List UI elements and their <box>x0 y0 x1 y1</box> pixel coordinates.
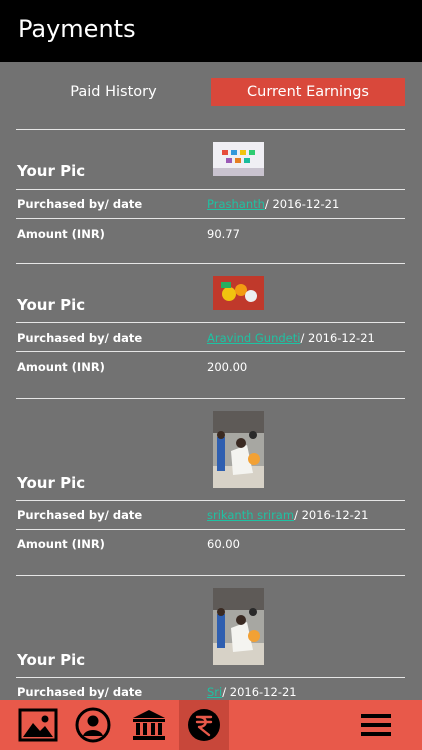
purchase-info: Prashanth/ 2016-12-21 <box>207 197 339 211</box>
page-title: Payments <box>18 15 136 43</box>
amount-value: 60.00 <box>207 537 240 551</box>
purchased-by-label: Purchased by/ date <box>17 508 143 522</box>
buyer-link[interactable]: Sri <box>207 685 222 699</box>
app-header: Payments <box>0 0 422 62</box>
purchased-by-label: Purchased by/ date <box>17 197 143 211</box>
purchase-date: / 2016-12-21 <box>222 685 297 699</box>
tab-current-earnings[interactable]: Current Earnings <box>211 78 405 106</box>
nav-profile[interactable] <box>68 700 118 750</box>
divider <box>16 129 405 130</box>
tab-paid-history[interactable]: Paid History <box>16 78 211 106</box>
divider <box>16 529 405 530</box>
purchase-info: Sri/ 2016-12-21 <box>207 685 297 699</box>
amount-value: 200.00 <box>207 360 248 374</box>
divider <box>16 322 405 323</box>
bottom-nav <box>0 700 422 750</box>
divider <box>16 677 405 678</box>
purchased-by-label: Purchased by/ date <box>17 331 143 345</box>
your-pic-label: Your Pic <box>17 474 86 492</box>
buyer-link[interactable]: srikanth sriram <box>207 508 294 522</box>
amount-label: Amount (INR) <box>17 360 105 374</box>
buyer-link[interactable]: Prashanth <box>207 197 265 211</box>
nav-gallery[interactable] <box>13 700 63 750</box>
nav-bank[interactable] <box>124 700 174 750</box>
divider <box>16 351 405 352</box>
gallery-icon <box>18 708 58 742</box>
picture-thumbnail[interactable] <box>213 588 264 665</box>
menu-icon <box>361 714 391 736</box>
purchased-by-label: Purchased by/ date <box>17 685 143 699</box>
nav-menu[interactable] <box>351 700 401 750</box>
picture-thumbnail[interactable] <box>213 411 264 488</box>
amount-label: Amount (INR) <box>17 227 105 241</box>
divider <box>16 500 405 501</box>
purchase-info: Aravind Gundeti/ 2016-12-21 <box>207 331 375 345</box>
rupee-icon <box>188 709 220 741</box>
amount-value: 90.77 <box>207 227 240 241</box>
divider <box>16 189 405 190</box>
buyer-link[interactable]: Aravind Gundeti <box>207 331 300 345</box>
bank-icon <box>133 710 165 740</box>
purchase-date: / 2016-12-21 <box>300 331 375 345</box>
divider <box>16 575 405 576</box>
divider <box>16 263 405 264</box>
divider <box>16 398 405 399</box>
picture-thumbnail[interactable] <box>213 276 264 310</box>
divider <box>16 218 405 219</box>
nav-earnings[interactable] <box>179 700 229 750</box>
purchase-date: / 2016-12-21 <box>264 197 340 211</box>
purchase-date: / 2016-12-21 <box>294 508 369 522</box>
profile-icon <box>75 707 111 743</box>
your-pic-label: Your Pic <box>17 296 86 314</box>
purchase-info: srikanth sriram/ 2016-12-21 <box>207 508 368 522</box>
payments-tabs: Paid History Current Earnings <box>0 78 422 106</box>
picture-thumbnail[interactable] <box>213 142 264 176</box>
your-pic-label: Your Pic <box>17 651 86 669</box>
amount-label: Amount (INR) <box>17 537 105 551</box>
your-pic-label: Your Pic <box>17 162 86 180</box>
